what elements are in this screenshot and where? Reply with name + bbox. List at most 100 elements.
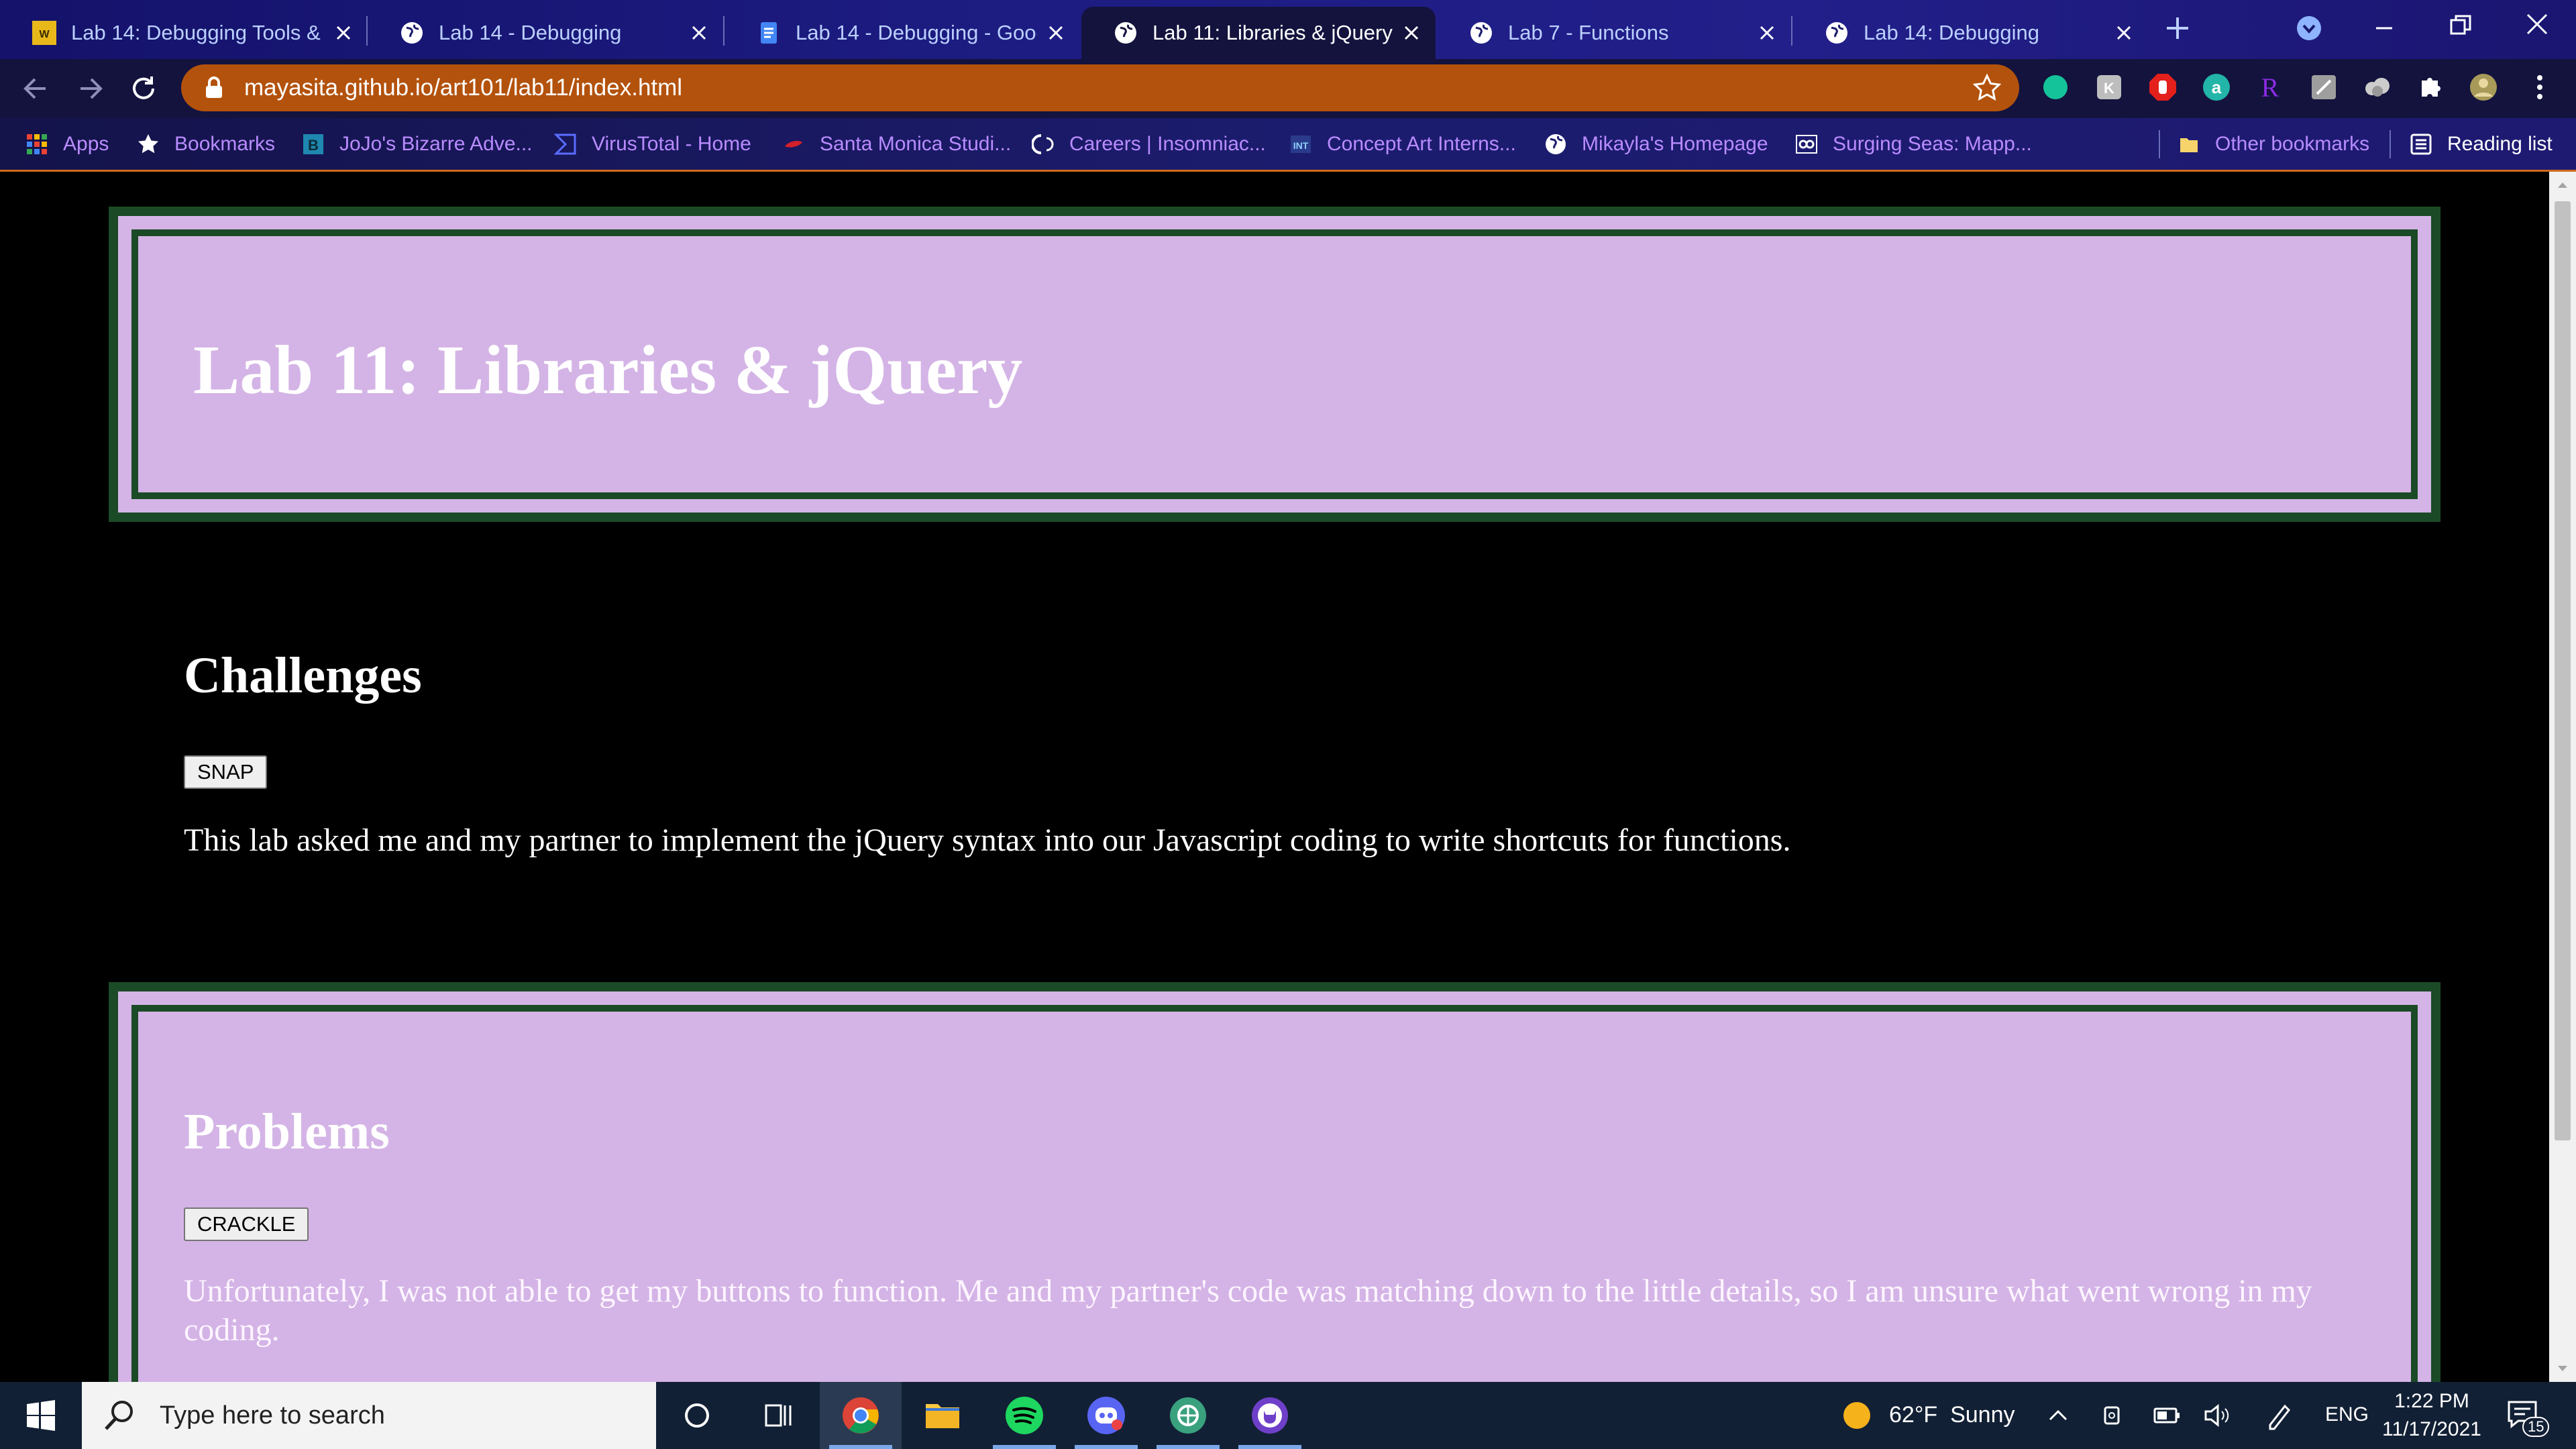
meet-now-icon[interactable] [2100,1402,2127,1429]
pen-workspace-icon[interactable] [2265,1401,2294,1430]
notification-center-button[interactable]: 15 [2502,1394,2550,1437]
tab-lab14-google-docs[interactable]: Lab 14 - Debugging - Google Docs [724,7,1080,59]
docs-icon [761,22,777,44]
bookmark-label: VirusTotal - Home [592,132,751,155]
bookmark-label: Reading list [2447,132,2553,155]
reading-list[interactable]: Reading list [2410,118,2553,170]
start-button[interactable] [0,1382,82,1449]
tab-lab14-debugging[interactable]: Lab 14 - Debugging [368,7,723,59]
volume-icon[interactable] [2203,1402,2233,1429]
notification-count: 15 [2522,1417,2550,1437]
close-icon[interactable] [334,23,353,42]
bookmark-virustotal[interactable]: VirusTotal - Home [554,118,751,170]
snap-button[interactable]: SNAP [184,755,268,789]
close-window-icon[interactable] [2524,11,2551,38]
taskbar-file-explorer[interactable] [902,1382,983,1449]
folder-icon [2180,138,2198,152]
taskbar-chrome[interactable] [820,1382,902,1449]
extensions-puzzle-icon[interactable] [2415,71,2447,103]
back-arrow-icon[interactable] [19,71,54,106]
chrome-icon [843,1397,879,1434]
bookmark-star-icon[interactable] [1972,73,2002,103]
taskbar-search[interactable]: Type here to search [82,1382,656,1449]
minimize-icon[interactable] [2371,15,2398,42]
bookmarks-bar: Apps Bookmarks B JoJo's Bizarre Adve... … [0,118,2576,172]
r-extension-icon[interactable]: R [2254,71,2286,103]
tab-lab11-libraries-jquery[interactable]: Lab 11: Libraries & jQuery [1081,7,1436,59]
weather-sun-icon[interactable] [1841,1399,1873,1432]
amazon-assistant-icon[interactable]: a [2200,71,2233,103]
tab-title: Lab 14 - Debugging - Google Docs [796,21,1037,44]
bookmark-bookmarks[interactable]: Bookmarks [137,118,275,170]
taskbar-chatgpt[interactable] [1147,1382,1229,1449]
scroll-thumb[interactable] [2555,201,2571,1140]
windows-logo-icon [27,1400,55,1431]
reload-icon[interactable] [126,71,161,106]
close-icon[interactable] [1758,23,1776,42]
bookmark-concept-art[interactable]: INT Concept Art Interns... [1289,118,1516,170]
bookmark-jojo[interactable]: B JoJo's Bizarre Adve... [302,118,533,170]
cortana-button[interactable] [656,1382,738,1449]
page-title: Lab 11: Libraries & jQuery [193,331,1023,409]
cortana-circle-icon [685,1403,709,1428]
scroll-down-arrow-icon[interactable] [2556,1362,2569,1375]
bookmark-santa-monica[interactable]: Santa Monica Studi... [782,118,1011,170]
tab-title: Lab 7 - Functions [1508,21,1669,44]
close-icon[interactable] [1402,23,1421,42]
bookmark-other[interactable]: Other bookmarks [2178,118,2369,170]
problems-heading: Problems [184,1104,390,1160]
tab-lab7-functions[interactable]: Lab 7 - Functions [1437,7,1791,59]
weather-text[interactable]: 62°F Sunny [1889,1402,2015,1428]
address-bar[interactable]: mayasita.github.io/art101/lab11/index.ht… [181,64,2019,111]
taskbar: Type here to search 62°F Sunny ENG 1:22 … [0,1382,2576,1449]
language-indicator[interactable]: ENG [2325,1403,2369,1426]
close-icon[interactable] [690,23,708,42]
scroll-up-arrow-icon[interactable] [2556,178,2569,192]
battery-icon[interactable] [2152,1402,2182,1429]
url-text[interactable]: mayasita.github.io/art101/lab11/index.ht… [244,74,1972,101]
bookmark-label: Santa Monica Studi... [820,132,1012,155]
cloud-extension-icon[interactable] [2361,71,2394,103]
virustotal-icon [554,133,576,154]
active-indicator [829,1445,892,1449]
active-indicator [1238,1445,1301,1449]
github-icon [1252,1397,1288,1434]
active-indicator [993,1445,1056,1449]
pdf-extension-icon[interactable] [2308,71,2340,103]
challenges-text: This lab asked me and my partner to impl… [184,822,1791,858]
tab-lab14-debugging-tools[interactable]: W Lab 14: Debugging Tools & Code Clean U… [0,7,368,59]
tab-search-icon[interactable] [2296,15,2322,42]
search-icon [105,1401,133,1430]
folder-icon [926,1404,959,1428]
clock[interactable]: 1:22 PM 11/17/2021 [2375,1387,2489,1445]
svg-text:INT: INT [1293,140,1309,151]
keep-extension-icon[interactable]: K [2093,71,2125,103]
restore-icon[interactable] [2447,12,2474,39]
adblock-extension-icon[interactable] [2147,71,2179,103]
profile-avatar-icon[interactable] [2467,71,2500,103]
clock-date: 11/17/2021 [2382,1418,2481,1440]
taskbar-discord[interactable] [1065,1382,1147,1449]
chevron-up-icon[interactable] [2045,1402,2072,1429]
bookmark-label: Bookmarks [174,132,276,155]
tab-lab14-debugging-2[interactable]: Lab 14: Debugging [1792,7,2148,59]
close-icon[interactable] [2114,23,2133,42]
taskbar-spotify[interactable] [983,1382,1065,1449]
lock-icon[interactable] [204,76,224,99]
bookmark-apps[interactable]: Apps [25,118,109,170]
crackle-button[interactable]: CRACKLE [184,1208,309,1241]
vertical-scrollbar[interactable] [2549,172,2576,1382]
task-view-button[interactable] [738,1382,820,1449]
clock-time: 1:22 PM [2394,1390,2469,1412]
menu-kebab-icon[interactable] [2524,71,2556,103]
close-icon[interactable] [1046,23,1065,42]
bookmarks-divider [2159,130,2160,158]
bookmark-mikayla[interactable]: Mikayla's Homepage [1544,118,1768,170]
bookmark-surging-seas[interactable]: Surging Seas: Mapp... [1795,118,2032,170]
bookmark-insomniac[interactable]: Careers | Insomniac... [1032,118,1266,170]
grammarly-extension-icon[interactable] [2039,71,2072,103]
tab-title: Lab 11: Libraries & jQuery [1152,21,1393,44]
new-tab-plus-icon[interactable] [2164,15,2191,42]
forward-arrow-icon[interactable] [72,71,107,106]
taskbar-github-desktop[interactable] [1229,1382,1311,1449]
